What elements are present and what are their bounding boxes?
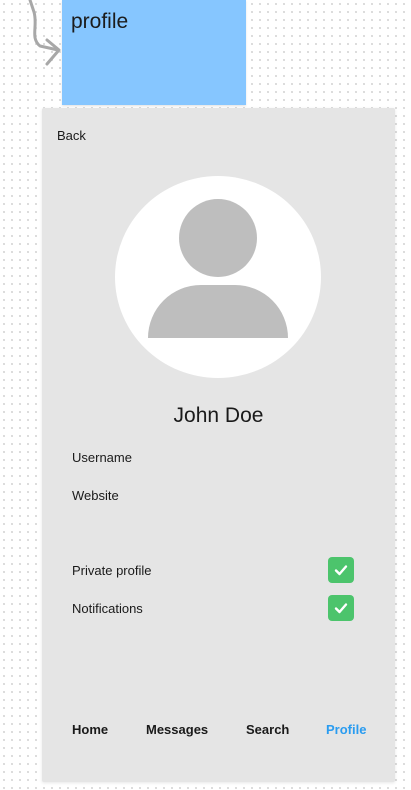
user-name: John Doe — [173, 404, 264, 427]
tab-bar: Home Messages Search Profile — [42, 722, 395, 742]
avatar-head — [179, 199, 257, 277]
tab-home[interactable]: Home — [72, 722, 108, 737]
username-label: Username — [72, 450, 132, 465]
tab-search[interactable]: Search — [246, 722, 289, 737]
sticky-note[interactable]: profile — [62, 0, 246, 105]
private-profile-label: Private profile — [72, 563, 152, 578]
profile-screen: Back John Doe Username Website Private p… — [42, 108, 395, 782]
private-profile-checkbox[interactable] — [328, 557, 354, 583]
avatar-body — [148, 285, 288, 338]
notifications-label: Notifications — [72, 601, 143, 616]
tab-profile[interactable]: Profile — [326, 722, 366, 737]
checkmark-icon — [334, 603, 348, 614]
website-label: Website — [72, 488, 119, 503]
back-link[interactable]: Back — [57, 128, 86, 143]
checkmark-icon — [334, 565, 348, 576]
tab-messages[interactable]: Messages — [146, 722, 208, 737]
avatar — [115, 176, 321, 378]
curved-arrow-icon — [28, 0, 61, 66]
notifications-checkbox[interactable] — [328, 595, 354, 621]
sticky-note-text: profile — [71, 10, 129, 33]
